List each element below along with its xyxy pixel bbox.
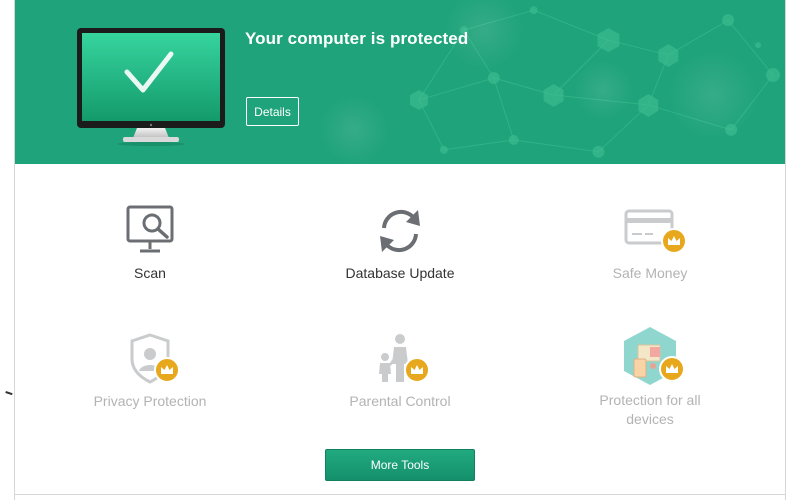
- app-window: Your computer is protected Details Scan …: [14, 0, 786, 500]
- more-tools-button[interactable]: More Tools: [325, 449, 475, 481]
- safe-money-icon: [620, 202, 687, 262]
- tool-tile-database-update[interactable]: Database Update: [310, 202, 490, 283]
- tool-tile-scan[interactable]: Scan: [60, 202, 240, 283]
- tool-label: Safe Money: [612, 265, 688, 281]
- parental-icon: [370, 330, 430, 390]
- premium-crown-icon: [661, 228, 687, 254]
- protection-status-title: Your computer is protected: [245, 29, 469, 48]
- bottom-divider: [15, 494, 785, 495]
- scan-icon: [120, 202, 180, 262]
- tool-label: Privacy Protection: [93, 393, 207, 409]
- protected-monitor-icon: [77, 28, 225, 146]
- tool-tile-protection-all-devices[interactable]: Protection for all devices: [560, 325, 740, 429]
- premium-crown-icon: [154, 357, 180, 383]
- privacy-icon: [120, 330, 180, 390]
- premium-crown-icon: [659, 356, 685, 382]
- update-icon: [370, 202, 430, 262]
- stray-mark: [4, 391, 13, 398]
- premium-crown-icon: [404, 357, 430, 383]
- tool-tile-safe-money[interactable]: Safe Money: [560, 202, 740, 283]
- details-button[interactable]: Details: [246, 97, 299, 126]
- tool-tile-privacy-protection[interactable]: Privacy Protection: [60, 330, 240, 411]
- tool-label: Protection for all devices: [599, 392, 701, 427]
- devices-icon: [620, 325, 685, 390]
- tool-label: Parental Control: [349, 393, 451, 409]
- tool-tile-parental-control[interactable]: Parental Control: [310, 330, 490, 411]
- tool-label: Scan: [134, 265, 166, 281]
- tool-label: Database Update: [345, 265, 455, 281]
- status-banner: Your computer is protected Details: [15, 0, 785, 164]
